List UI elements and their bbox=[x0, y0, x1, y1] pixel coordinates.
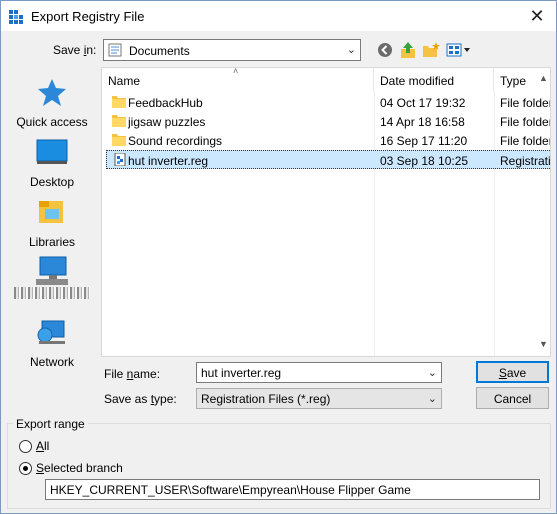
place-quick-access[interactable]: Quick access bbox=[6, 77, 98, 135]
new-folder-button[interactable] bbox=[421, 41, 441, 59]
save-in-value: Documents bbox=[129, 44, 190, 58]
scroll-down-icon[interactable]: ▼ bbox=[539, 339, 548, 349]
pixelated-label-noise bbox=[14, 287, 90, 299]
file-type: File folder bbox=[500, 134, 551, 148]
place-desktop[interactable]: Desktop bbox=[6, 137, 98, 195]
window-title: Export Registry File bbox=[31, 9, 145, 24]
chevron-down-icon: ⌄ bbox=[427, 393, 437, 405]
file-type: File folder bbox=[500, 115, 551, 129]
column-name-label: Name bbox=[108, 74, 141, 88]
star-icon bbox=[38, 79, 66, 106]
file-list-header: ˄ Name Date modified Type bbox=[102, 68, 550, 92]
save-as-type-label: Save as type: bbox=[104, 392, 177, 406]
title-bar: Export Registry File ✕ bbox=[1, 1, 556, 31]
save-in-combo[interactable]: Documents ⌄ bbox=[103, 39, 361, 61]
places-bar: Quick access Desktop Libraries Network bbox=[6, 67, 98, 413]
save-as-type-value: Registration Files (*.reg) bbox=[201, 392, 331, 406]
place-libraries[interactable]: Libraries bbox=[6, 197, 98, 255]
network-icon bbox=[37, 320, 65, 344]
file-date: 03 Sep 18 10:25 bbox=[380, 154, 469, 168]
place-network[interactable]: Network bbox=[6, 317, 98, 375]
sort-ascending-icon: ˄ bbox=[233, 67, 239, 76]
radio-selected-branch[interactable] bbox=[19, 462, 32, 475]
column-date-label: Date modified bbox=[380, 74, 455, 88]
desktop-icon bbox=[36, 139, 68, 164]
file-date: 16 Sep 17 11:20 bbox=[380, 134, 468, 148]
file-name: hut inverter.reg bbox=[128, 154, 209, 168]
file-row[interactable]: jigsaw puzzles 14 Apr 18 16:58 File fold… bbox=[106, 112, 551, 131]
file-row[interactable]: Sound recordings 16 Sep 17 11:20 File fo… bbox=[106, 131, 551, 150]
save-in-label: Save in: bbox=[53, 43, 97, 57]
file-list[interactable]: ˄ Name Date modified Type FeedbackHub 04… bbox=[101, 67, 551, 357]
file-row[interactable]: FeedbackHub 04 Oct 17 19:32 File folder bbox=[106, 93, 551, 112]
view-menu-icon bbox=[446, 43, 470, 57]
registry-editor-icon bbox=[9, 10, 23, 24]
file-name: Sound recordings bbox=[128, 134, 223, 148]
back-icon bbox=[378, 43, 392, 57]
selected-branch-value: HKEY_CURRENT_USER\Software\Empyrean\Hous… bbox=[50, 483, 411, 497]
column-name[interactable]: ˄ Name bbox=[102, 68, 374, 92]
export-registry-dialog: Export Registry File ✕ Save in: Document… bbox=[0, 0, 557, 514]
this-pc-icon bbox=[36, 256, 68, 285]
save-button[interactable]: Save bbox=[476, 361, 549, 383]
chevron-down-icon: ⌄ bbox=[346, 44, 356, 56]
file-date: 14 Apr 18 16:58 bbox=[380, 115, 465, 129]
folder-icon bbox=[112, 115, 126, 127]
up-folder-button[interactable] bbox=[398, 41, 418, 59]
reg-file-icon bbox=[114, 153, 126, 166]
file-name: jigsaw puzzles bbox=[128, 115, 206, 129]
documents-folder-icon bbox=[108, 43, 122, 57]
place-label: Network bbox=[29, 355, 74, 369]
place-this-pc[interactable] bbox=[6, 255, 98, 313]
file-name-value: hut inverter.reg bbox=[201, 366, 282, 380]
up-folder-icon bbox=[401, 42, 415, 58]
folder-icon bbox=[112, 134, 126, 146]
chevron-down-icon[interactable]: ⌄ bbox=[428, 366, 437, 379]
file-name-input[interactable]: hut inverter.reg ⌄ bbox=[196, 362, 442, 383]
cancel-button[interactable]: Cancel bbox=[476, 387, 549, 409]
radio-all-label[interactable]: All bbox=[36, 439, 49, 453]
new-folder-icon bbox=[423, 42, 440, 57]
selected-branch-input[interactable]: HKEY_CURRENT_USER\Software\Empyrean\Hous… bbox=[45, 479, 540, 500]
folder-icon bbox=[112, 96, 126, 108]
place-label: Quick access bbox=[16, 115, 88, 129]
file-name: FeedbackHub bbox=[128, 96, 203, 110]
file-type: File folder bbox=[500, 96, 551, 110]
scroll-up-icon[interactable]: ▲ bbox=[539, 73, 548, 83]
radio-selected-branch-label[interactable]: Selected branch bbox=[36, 461, 123, 475]
place-label: Libraries bbox=[28, 235, 76, 249]
file-name-label: File name: bbox=[104, 367, 161, 381]
back-button[interactable] bbox=[375, 41, 395, 59]
column-type-label: Type bbox=[500, 74, 527, 88]
radio-all[interactable] bbox=[19, 440, 32, 453]
save-as-type-select[interactable]: Registration Files (*.reg) ⌄ bbox=[196, 388, 442, 409]
view-menu-button[interactable] bbox=[446, 41, 472, 59]
close-button[interactable]: ✕ bbox=[526, 5, 548, 27]
place-label: Desktop bbox=[29, 175, 75, 189]
libraries-icon bbox=[39, 201, 63, 223]
file-date: 04 Oct 17 19:32 bbox=[380, 96, 466, 110]
column-date-modified[interactable]: Date modified bbox=[374, 68, 494, 92]
export-range-title: Export range bbox=[13, 417, 88, 431]
file-row-selected[interactable]: hut inverter.reg 03 Sep 18 10:25 Registr… bbox=[106, 150, 551, 169]
file-type: Registration bbox=[500, 154, 551, 168]
